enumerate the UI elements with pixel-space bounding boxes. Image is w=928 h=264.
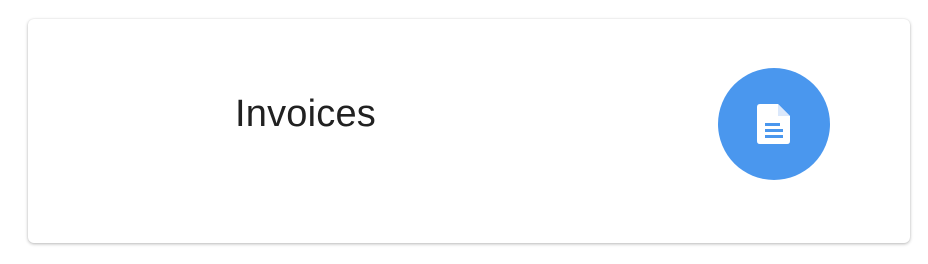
card-title: Invoices xyxy=(235,93,377,135)
document-icon xyxy=(757,104,790,144)
invoices-card[interactable]: Invoices xyxy=(28,19,910,243)
icon-badge xyxy=(718,68,830,180)
